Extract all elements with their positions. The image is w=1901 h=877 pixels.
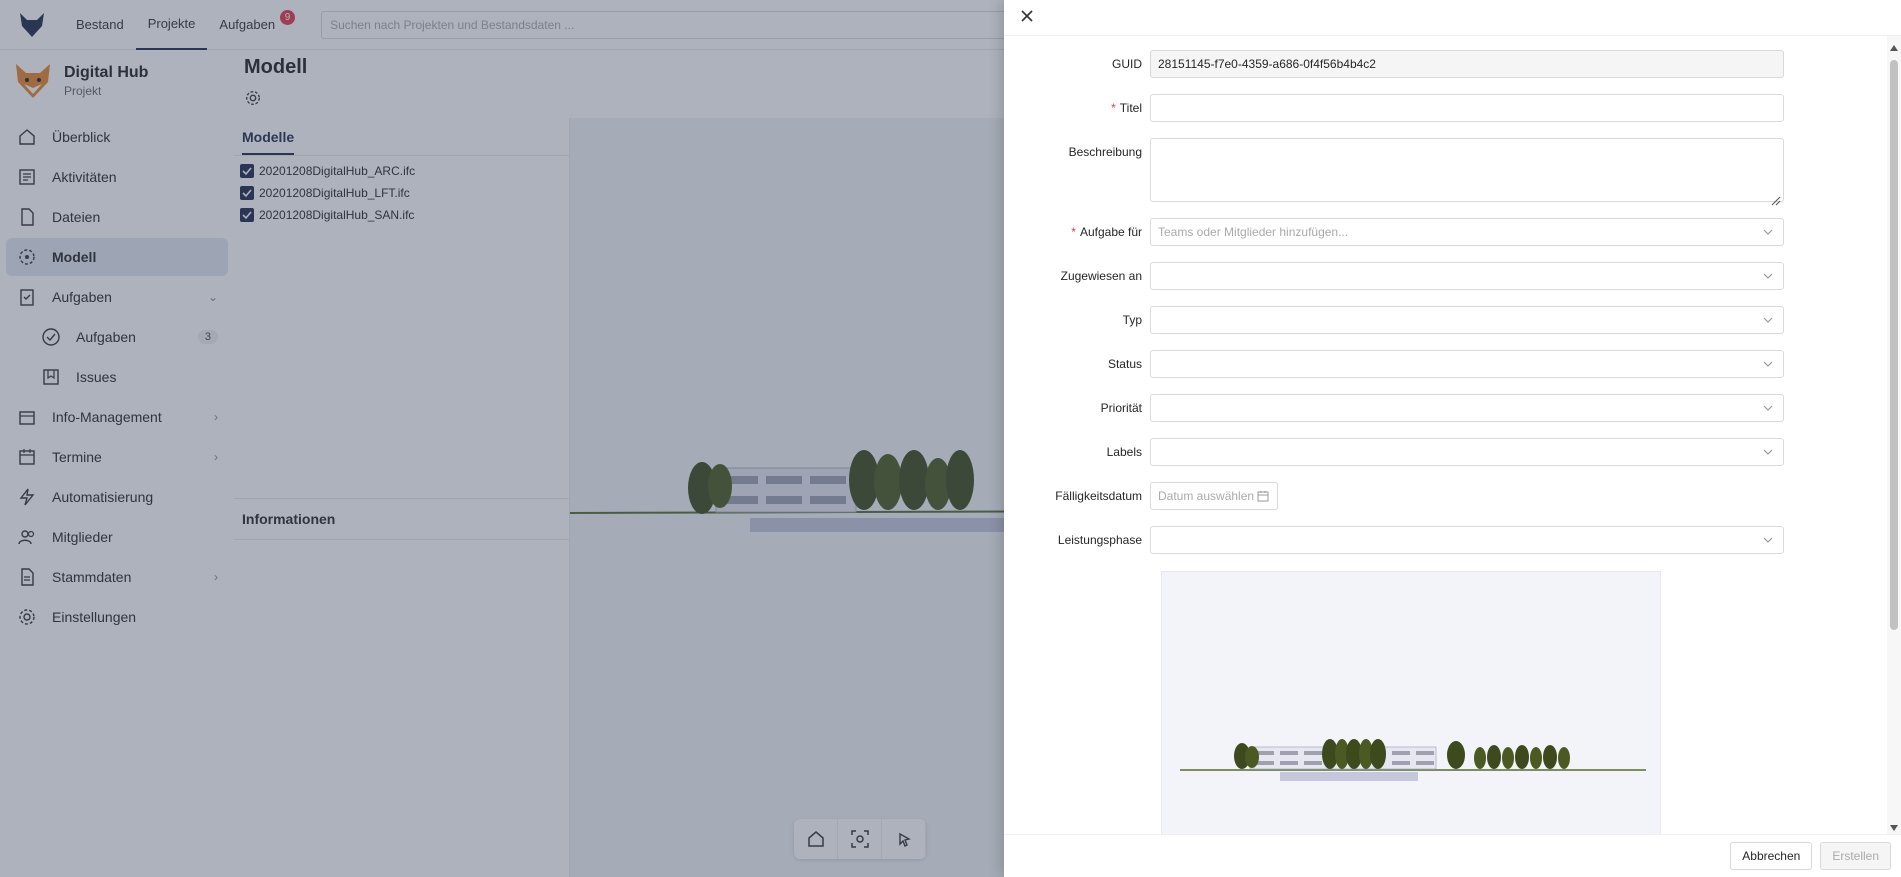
title-row: * Titel bbox=[1004, 94, 1887, 122]
assigned-to-select[interactable] bbox=[1150, 262, 1784, 290]
type-label: Typ bbox=[1122, 313, 1142, 327]
guid-field: 28151145-f7e0-4359-a686-0f4f56b4b4c2 bbox=[1150, 50, 1784, 78]
description-row: Beschreibung bbox=[1004, 138, 1887, 206]
due-date-label: Fälligkeitsdatum bbox=[1055, 489, 1142, 503]
chevron-down-icon bbox=[1763, 351, 1775, 377]
calendar-icon bbox=[1257, 483, 1269, 509]
type-row: Typ bbox=[1004, 306, 1887, 334]
guid-row: GUID 28151145-f7e0-4359-a686-0f4f56b4b4c… bbox=[1004, 50, 1887, 78]
model-screenshot-preview bbox=[1161, 571, 1661, 834]
chevron-down-icon bbox=[1763, 527, 1775, 553]
phase-row: Leistungsphase bbox=[1004, 526, 1887, 554]
due-date-row: Fälligkeitsdatum Datum auswählen bbox=[1004, 482, 1887, 510]
chevron-down-icon bbox=[1763, 263, 1775, 289]
required-marker: * bbox=[1071, 225, 1076, 239]
status-row: Status bbox=[1004, 350, 1887, 378]
cancel-button[interactable]: Abbrechen bbox=[1730, 842, 1813, 870]
create-task-drawer: GUID 28151145-f7e0-4359-a686-0f4f56b4b4c… bbox=[1004, 0, 1901, 877]
scrollbar-thumb[interactable] bbox=[1890, 60, 1898, 630]
drawer-footer: Abbrechen Erstellen bbox=[1004, 834, 1901, 877]
assigned-to-label: Zugewiesen an bbox=[1060, 269, 1142, 283]
due-date-placeholder: Datum auswählen bbox=[1158, 489, 1255, 503]
labels-select[interactable] bbox=[1150, 438, 1784, 466]
chevron-down-icon bbox=[1763, 219, 1775, 245]
phase-label: Leistungsphase bbox=[1057, 533, 1142, 547]
status-label: Status bbox=[1107, 357, 1142, 371]
assignee-for-label-wrap: * Aufgabe für bbox=[1004, 218, 1150, 246]
title-input[interactable] bbox=[1150, 94, 1784, 122]
create-button[interactable]: Erstellen bbox=[1820, 842, 1891, 870]
title-label: Titel bbox=[1119, 101, 1142, 115]
scroll-up-arrow-icon[interactable] bbox=[1889, 40, 1899, 51]
guid-value: 28151145-f7e0-4359-a686-0f4f56b4b4c2 bbox=[1158, 57, 1376, 71]
assigned-to-row: Zugewiesen an bbox=[1004, 262, 1887, 290]
type-select[interactable] bbox=[1150, 306, 1784, 334]
phase-select[interactable] bbox=[1150, 526, 1784, 554]
scroll-down-arrow-icon[interactable] bbox=[1889, 820, 1899, 831]
task-form: GUID 28151145-f7e0-4359-a686-0f4f56b4b4c… bbox=[1004, 36, 1887, 834]
priority-select[interactable] bbox=[1150, 394, 1784, 422]
priority-label: Priorität bbox=[1100, 401, 1142, 415]
chevron-down-icon bbox=[1763, 307, 1775, 333]
labels-row: Labels bbox=[1004, 438, 1887, 466]
status-select[interactable] bbox=[1150, 350, 1784, 378]
priority-row: Priorität bbox=[1004, 394, 1887, 422]
due-date-picker[interactable]: Datum auswählen bbox=[1150, 482, 1278, 510]
labels-label: Labels bbox=[1106, 445, 1142, 459]
required-marker: * bbox=[1111, 101, 1116, 115]
assignee-for-select[interactable]: Teams oder Mitglieder hinzufügen... bbox=[1150, 218, 1784, 246]
description-textarea[interactable] bbox=[1150, 138, 1784, 206]
assignee-for-placeholder: Teams oder Mitglieder hinzufügen... bbox=[1158, 225, 1349, 239]
chevron-down-icon bbox=[1763, 439, 1775, 465]
building-preview-image bbox=[1180, 739, 1646, 781]
resize-handle-icon[interactable] bbox=[1771, 189, 1781, 206]
close-icon[interactable] bbox=[1020, 9, 1034, 26]
assignee-for-row: * Aufgabe für Teams oder Mitglieder hinzu… bbox=[1004, 218, 1887, 246]
guid-label: GUID bbox=[1112, 57, 1142, 71]
drawer-scrollbar[interactable] bbox=[1887, 36, 1901, 834]
chevron-down-icon bbox=[1763, 395, 1775, 421]
title-label-wrap: * Titel bbox=[1004, 94, 1150, 122]
description-label: Beschreibung bbox=[1068, 145, 1142, 159]
drawer-header bbox=[1004, 0, 1901, 36]
assignee-for-label: Aufgabe für bbox=[1079, 225, 1142, 239]
